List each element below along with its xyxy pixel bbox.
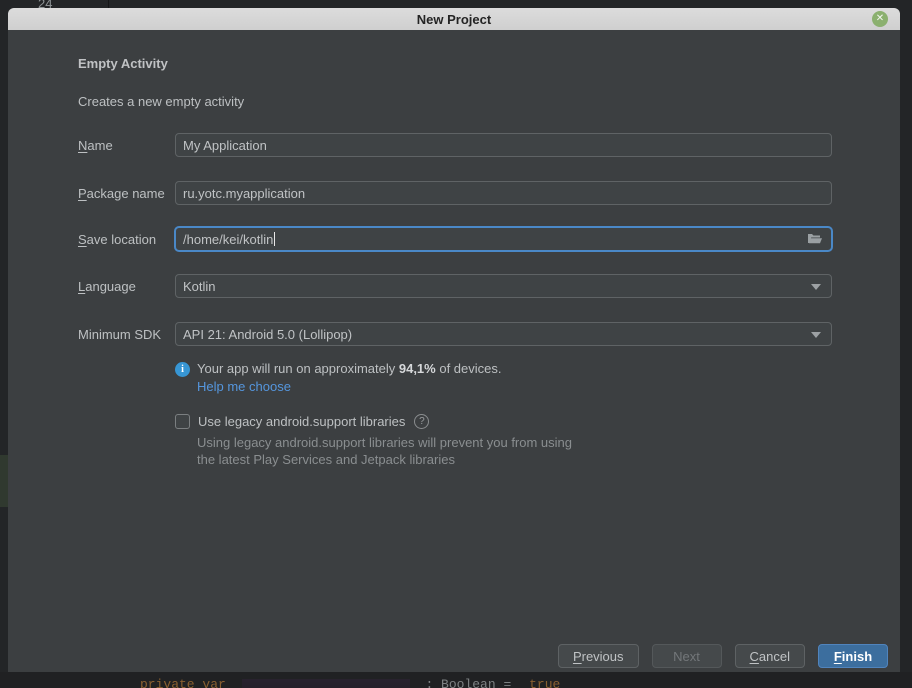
- new-project-dialog: New Project ✕ Empty Activity Creates a n…: [8, 8, 900, 672]
- legacy-note-line1: Using legacy android.support libraries w…: [197, 434, 832, 451]
- chevron-down-icon: [811, 284, 821, 290]
- sdk-coverage-info: i Your app will run on approximately 94,…: [175, 361, 832, 394]
- legacy-support-note: Using legacy android.support libraries w…: [197, 434, 832, 468]
- previous-button[interactable]: Previous: [558, 644, 639, 668]
- close-icon[interactable]: ✕: [872, 11, 888, 27]
- sdk-coverage-text: Your app will run on approximately 94,1%…: [197, 361, 502, 376]
- minimum-sdk-value: API 21: Android 5.0 (Lollipop): [183, 327, 352, 342]
- device-percentage: 94,1%: [399, 361, 436, 376]
- legacy-support-checkbox[interactable]: [175, 414, 190, 429]
- save-location-label: Save location: [78, 232, 175, 247]
- legacy-support-label[interactable]: Use legacy android.support libraries: [198, 414, 405, 429]
- save-location-row: Save location /home/kei/kotlin: [78, 227, 832, 251]
- dialog-titlebar[interactable]: New Project ✕: [8, 8, 900, 30]
- save-location-input[interactable]: /home/kei/kotlin: [175, 227, 832, 251]
- template-subtitle: Creates a new empty activity: [78, 94, 832, 109]
- legacy-note-line2: the latest Play Services and Jetpack lib…: [197, 451, 832, 468]
- name-label: Name: [78, 138, 175, 153]
- background-code-line: private var : Boolean = true: [140, 677, 560, 688]
- background-tab-divider: [108, 0, 109, 8]
- open-folder-icon[interactable]: [807, 232, 823, 249]
- help-question-icon[interactable]: ?: [414, 414, 429, 429]
- language-dropdown[interactable]: Kotlin: [175, 274, 832, 298]
- minimum-sdk-row: Minimum SDK API 21: Android 5.0 (Lollipo…: [78, 322, 832, 346]
- background-code-value: true: [529, 677, 560, 688]
- minimum-sdk-label: Minimum SDK: [78, 327, 175, 342]
- minimum-sdk-dropdown[interactable]: API 21: Android 5.0 (Lollipop): [175, 322, 832, 346]
- language-row: Language Kotlin: [78, 274, 832, 298]
- package-name-value: ru.yotc.myapplication: [183, 186, 305, 201]
- help-me-choose-link[interactable]: Help me choose: [197, 379, 502, 394]
- next-button: Next: [652, 644, 722, 668]
- name-row: Name My Application: [78, 133, 832, 157]
- template-heading: Empty Activity: [78, 56, 832, 71]
- background-code-keyword: private var: [140, 677, 226, 688]
- save-location-value: /home/kei/kotlin: [183, 232, 273, 247]
- package-name-input[interactable]: ru.yotc.myapplication: [175, 181, 832, 205]
- info-icon: i: [175, 362, 190, 377]
- dialog-body: Empty Activity Creates a new empty activ…: [8, 30, 900, 672]
- cancel-button[interactable]: Cancel: [735, 644, 805, 668]
- package-name-row: Package name ru.yotc.myapplication: [78, 181, 832, 205]
- background-underlined-token: [242, 679, 410, 688]
- background-code-strip: private var : Boolean = true: [0, 672, 912, 688]
- dialog-button-bar: Previous Next Cancel Finish: [558, 644, 888, 668]
- dialog-title: New Project: [417, 12, 491, 27]
- chevron-down-icon: [811, 332, 821, 338]
- language-label: Language: [78, 279, 175, 294]
- language-value: Kotlin: [183, 279, 216, 294]
- package-name-label: Package name: [78, 186, 175, 201]
- legacy-support-row: Use legacy android.support libraries ?: [175, 414, 832, 429]
- finish-button[interactable]: Finish: [818, 644, 888, 668]
- text-caret: [274, 232, 275, 246]
- name-input[interactable]: My Application: [175, 133, 832, 157]
- name-value: My Application: [183, 138, 267, 153]
- background-left-stripe: [0, 455, 8, 507]
- background-code-type: : Boolean =: [425, 677, 511, 688]
